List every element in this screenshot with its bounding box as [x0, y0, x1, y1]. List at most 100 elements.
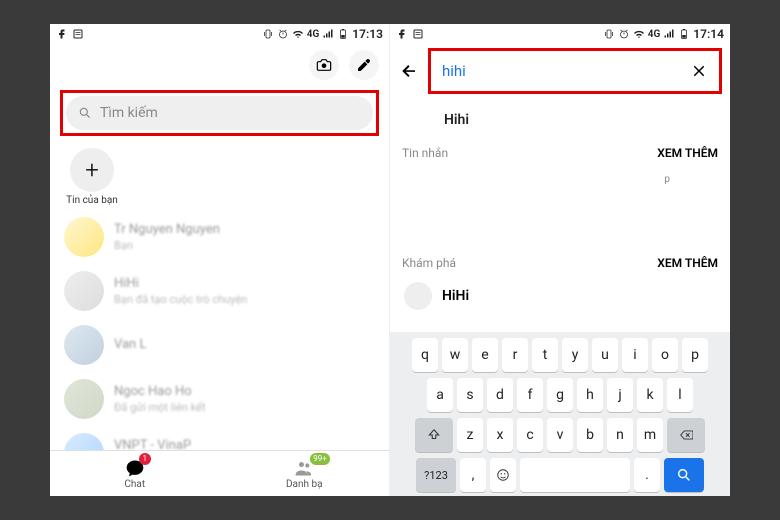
messages-see-more[interactable]: XEM THÊM	[657, 146, 718, 160]
search-highlight	[428, 48, 722, 94]
stray-text: p	[664, 174, 670, 185]
key-f[interactable]: f	[517, 378, 543, 412]
alarm-icon	[618, 28, 630, 40]
chat-row[interactable]: Van L	[50, 318, 389, 372]
key-d[interactable]: d	[487, 378, 513, 412]
back-button[interactable]	[396, 58, 422, 84]
notification-icon	[72, 28, 84, 40]
plus-icon: +	[70, 148, 114, 192]
avatar	[64, 271, 104, 311]
shift-icon	[427, 428, 441, 442]
key-x[interactable]: x	[487, 418, 513, 452]
kb-row-1: q w e r t y u i o p	[394, 338, 726, 372]
key-t[interactable]: t	[532, 338, 558, 372]
key-e[interactable]: e	[472, 338, 498, 372]
key-space[interactable]	[520, 458, 630, 492]
search-container: Tìm kiếm	[50, 84, 389, 142]
chat-row[interactable]: Ngoc Hao HoĐã gửi một liên kết	[50, 372, 389, 426]
messages-section-header: Tin nhắn XEM THÊM	[390, 138, 730, 168]
discover-result[interactable]: HiHi	[390, 278, 730, 316]
kb-row-4: ?123 , .	[394, 458, 726, 492]
messages-label: Tin nhắn	[402, 146, 448, 160]
key-g[interactable]: g	[547, 378, 573, 412]
chat-row[interactable]: VNPT - VinaPXem thêm	[50, 426, 389, 450]
phone-left-chats: 4G 17:13 Tìm kiếm +	[50, 24, 390, 496]
clock-time: 17:14	[693, 27, 724, 41]
key-s[interactable]: s	[457, 378, 483, 412]
status-bar: 4G 17:14	[390, 24, 730, 44]
nav-chat[interactable]: 1 Chat	[50, 451, 220, 496]
status-bar: 4G 17:13	[50, 24, 389, 44]
nav-contacts-label: Danh bạ	[286, 479, 323, 490]
key-w[interactable]: w	[442, 338, 468, 372]
search-icon	[676, 467, 692, 483]
messages-result-area: p	[390, 168, 730, 248]
signal-label: 4G	[307, 29, 320, 40]
key-h[interactable]: h	[577, 378, 603, 412]
wifi-icon	[633, 28, 645, 40]
key-search[interactable]	[664, 458, 704, 492]
clock-time: 17:13	[352, 27, 383, 41]
key-numbers[interactable]: ?123	[416, 458, 456, 492]
search-highlight: Tìm kiếm	[60, 90, 379, 136]
wifi-icon	[292, 28, 304, 40]
key-b[interactable]: b	[577, 418, 603, 452]
key-c[interactable]: c	[517, 418, 543, 452]
key-m[interactable]: m	[637, 418, 663, 452]
key-n[interactable]: n	[607, 418, 633, 452]
kb-row-2: a s d f g h j k l	[394, 378, 726, 412]
key-o[interactable]: o	[652, 338, 678, 372]
notification-icon	[412, 28, 424, 40]
vibrate-icon	[603, 28, 615, 40]
backspace-icon	[679, 428, 693, 442]
key-k[interactable]: k	[637, 378, 663, 412]
your-story-label: Tin của bạn	[66, 195, 118, 206]
key-y[interactable]: y	[562, 338, 588, 372]
search-field[interactable]	[434, 54, 716, 88]
key-p[interactable]: p	[682, 338, 708, 372]
key-q[interactable]: q	[412, 338, 438, 372]
keyboard: q w e r t y u i o p a s d f g h j k l	[390, 332, 730, 496]
key-backspace[interactable]	[667, 418, 705, 452]
compose-button[interactable]	[349, 50, 379, 80]
avatar	[64, 217, 104, 257]
key-shift[interactable]	[415, 418, 453, 452]
vibrate-icon	[262, 28, 274, 40]
key-emoji[interactable]	[490, 458, 516, 492]
search-input[interactable]	[442, 62, 690, 80]
close-icon[interactable]	[690, 62, 708, 80]
phone-right-search: 4G 17:14 Hihi Tin nhắn XEM THÊM p	[390, 24, 730, 496]
chat-list: Tr Nguyen NguyenBạn HiHiBạn đã tạo cuộc …	[50, 206, 389, 450]
key-z[interactable]: z	[457, 418, 483, 452]
key-period[interactable]: .	[634, 458, 660, 492]
camera-button[interactable]	[309, 50, 339, 80]
key-i[interactable]: i	[622, 338, 648, 372]
signal-icon	[322, 28, 334, 40]
discover-label: Khám phá	[402, 256, 456, 270]
chat-row[interactable]: HiHiBạn đã tạo cuộc trò chuyện	[50, 264, 389, 318]
chat-badge: 1	[139, 453, 151, 465]
chat-row[interactable]: Tr Nguyen NguyenBạn	[50, 210, 389, 264]
your-story[interactable]: + Tin của bạn	[64, 148, 120, 206]
key-r[interactable]: r	[502, 338, 528, 372]
arrow-left-icon	[400, 62, 418, 80]
search-input[interactable]: Tìm kiếm	[66, 96, 373, 130]
kb-row-3: z x c v b n m	[394, 418, 726, 452]
key-a[interactable]: a	[427, 378, 453, 412]
key-j[interactable]: j	[607, 378, 633, 412]
chats-header	[50, 44, 389, 84]
signal-icon	[663, 28, 675, 40]
facebook-icon	[396, 28, 408, 40]
bottom-nav: 1 Chat 99+ Danh bạ	[50, 450, 389, 496]
nav-contacts[interactable]: 99+ Danh bạ	[220, 451, 390, 496]
stories-row: + Tin của bạn	[50, 142, 389, 206]
key-comma[interactable]: ,	[460, 458, 486, 492]
discover-see-more[interactable]: XEM THÊM	[657, 256, 718, 270]
key-u[interactable]: u	[592, 338, 618, 372]
alarm-icon	[277, 28, 289, 40]
search-result-contact[interactable]: Hihi	[390, 98, 730, 138]
key-v[interactable]: v	[547, 418, 573, 452]
avatar	[64, 325, 104, 365]
key-l[interactable]: l	[667, 378, 693, 412]
search-header	[390, 44, 730, 98]
